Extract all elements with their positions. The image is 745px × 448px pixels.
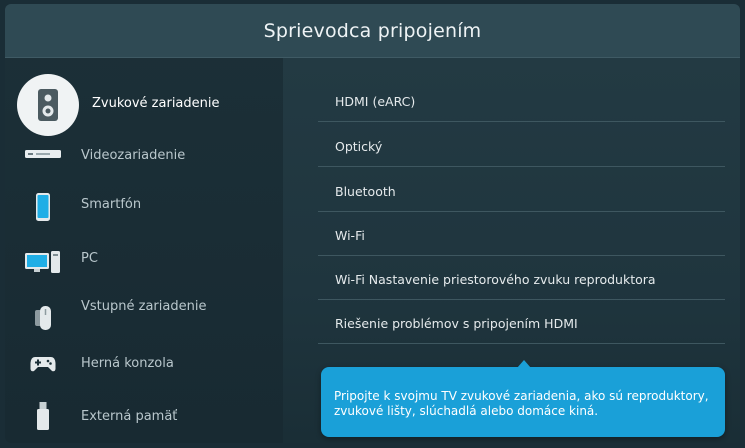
connection-guide-window: Sprievodca pripojením Zvukové zariadenie — [5, 4, 740, 443]
sidebar-item-label: Externá pamäť — [81, 409, 178, 424]
sidebar-item-pc[interactable]: PC — [5, 234, 277, 284]
sidebar-item-game-console[interactable]: Herná konzola — [5, 344, 277, 394]
sidebar-item-label: PC — [81, 251, 98, 266]
sidebar-item-video-device[interactable]: Videozariadenie — [5, 134, 277, 184]
tooltip-text: Pripojte k svojmu TV zvukové zariadenia,… — [334, 389, 709, 418]
option-label: HDMI (eARC) — [335, 94, 416, 109]
help-tooltip: Pripojte k svojmu TV zvukové zariadenia,… — [321, 360, 725, 437]
sidebar-item-external-storage[interactable]: Externá pamäť — [5, 394, 277, 443]
smartphone-icon — [23, 187, 63, 227]
option-bluetooth[interactable]: Bluetooth — [318, 167, 725, 212]
sidebar-item-label: Herná konzola — [81, 356, 174, 371]
game-console-icon — [23, 344, 63, 384]
option-wifi[interactable]: Wi-Fi — [318, 211, 725, 256]
sidebar-item-label: Zvukové zariadenie — [92, 96, 220, 111]
input-device-icon — [23, 298, 63, 338]
video-device-icon — [23, 134, 63, 174]
sidebar-item-audio-device[interactable]: Zvukové zariadenie — [5, 74, 277, 136]
page-title: Sprievodca pripojením — [263, 19, 482, 42]
option-label: Optický — [335, 139, 383, 154]
device-category-sidebar: Zvukové zariadenie Videozariadenie Smart… — [5, 58, 277, 443]
pc-icon — [23, 242, 63, 282]
option-optical[interactable]: Optický — [318, 122, 725, 167]
option-label: Wi-Fi — [335, 228, 365, 243]
option-hdmi-earc[interactable]: HDMI (eARC) — [318, 77, 725, 122]
option-label: Riešenie problémov s pripojením HDMI — [335, 316, 578, 331]
sidebar-item-smartphone[interactable]: Smartfón — [5, 184, 277, 234]
sidebar-item-label: Videozariadenie — [81, 148, 186, 163]
speaker-icon — [17, 74, 79, 136]
option-label: Wi-Fi Nastavenie priestorového zvuku rep… — [335, 272, 656, 287]
sidebar-item-input-device[interactable]: Vstupné zariadenie — [5, 288, 277, 338]
option-wifi-surround-setup[interactable]: Wi-Fi Nastavenie priestorového zvuku rep… — [318, 255, 725, 300]
header-bar: Sprievodca pripojením — [5, 4, 740, 58]
connection-options-panel: HDMI (eARC) Optický Bluetooth Wi-Fi Wi-F… — [283, 58, 740, 443]
option-label: Bluetooth — [335, 184, 396, 199]
sidebar-item-label: Vstupné zariadenie — [81, 299, 207, 314]
option-hdmi-troubleshooting[interactable]: Riešenie problémov s pripojením HDMI — [318, 299, 725, 344]
sidebar-item-label: Smartfón — [81, 197, 142, 212]
usb-storage-icon — [23, 396, 63, 436]
